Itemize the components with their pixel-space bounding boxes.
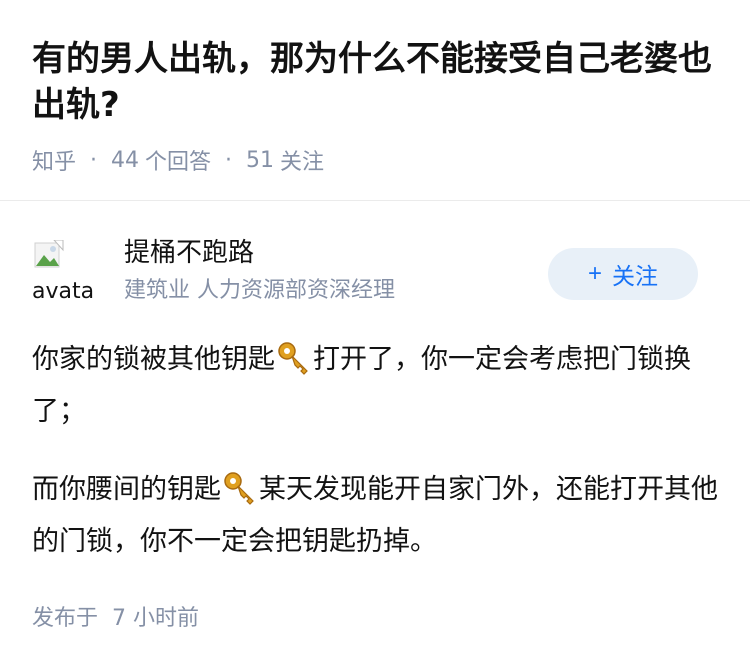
divider	[0, 200, 750, 201]
source-label[interactable]: 知乎	[32, 144, 76, 176]
publish-label: 发布于	[32, 606, 99, 631]
key-icon	[278, 341, 308, 375]
answer-count: 44	[111, 147, 140, 173]
answer-content: 你家的锁被其他钥匙 打开了，你一定会考虑把门锁换了； 而你腰间的钥匙 某天发现能…	[32, 334, 722, 594]
follow-count-label: 关注	[280, 150, 325, 175]
author-row: avatar 提桶不跑路 建筑业 人力资源部资深经理 + 关注	[32, 236, 718, 312]
separator-dot: ·	[90, 147, 98, 173]
answer-paragraph: 你家的锁被其他钥匙 打开了，你一定会考虑把门锁换了；	[32, 334, 722, 438]
avatar[interactable]: avatar	[32, 240, 94, 302]
key-icon	[224, 471, 254, 505]
answer-text: 你家的锁被其他钥匙	[32, 344, 275, 375]
broken-image-icon	[34, 240, 64, 268]
publish-time-value: 7 小时前	[112, 606, 200, 631]
question-meta: 知乎 · 44 个回答 · 51 关注	[32, 144, 324, 176]
author-name[interactable]: 提桶不跑路	[124, 236, 254, 270]
follow-button[interactable]: + 关注	[548, 248, 698, 300]
answer-count-label: 个回答	[145, 150, 212, 175]
author-bio: 建筑业 人力资源部资深经理	[124, 278, 395, 303]
answer-text: 而你腰间的钥匙	[32, 474, 221, 505]
avatar-alt-text: avatar	[32, 279, 94, 303]
separator-dot: ·	[225, 147, 233, 173]
publish-time: 发布于 7 小时前	[32, 600, 199, 632]
plus-icon: +	[587, 260, 602, 287]
follow-count: 51	[246, 147, 275, 173]
answer-paragraph: 而你腰间的钥匙 某天发现能开自家门外，还能打开其他的门锁，你不一定会把钥匙扔掉。	[32, 464, 722, 568]
follow-button-label: 关注	[612, 263, 658, 289]
question-title[interactable]: 有的男人出轨，那为什么不能接受自己老婆也出轨?	[32, 36, 722, 128]
